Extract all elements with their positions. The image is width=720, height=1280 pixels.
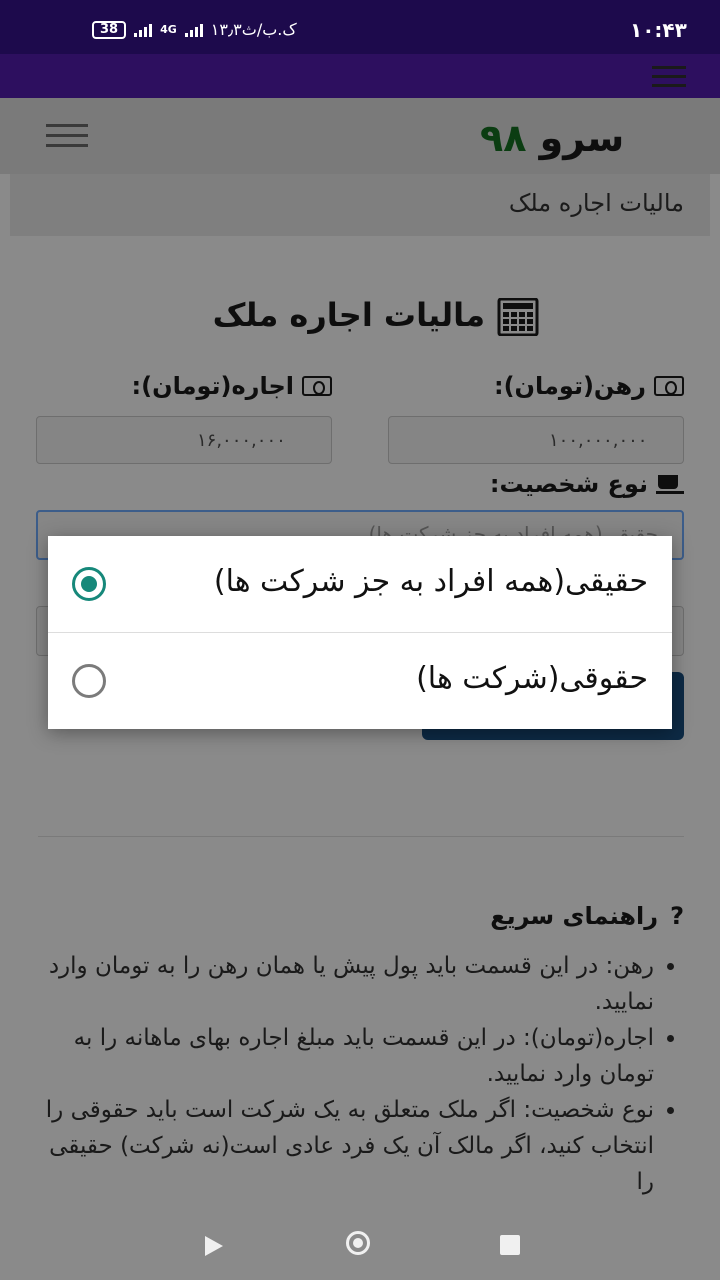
back-icon[interactable] — [205, 1236, 223, 1256]
guide-item: رهن: در این قسمت باید پول پیش یا همان ره… — [34, 948, 654, 1020]
question-icon: ? — [670, 902, 684, 930]
money-icon — [654, 376, 684, 396]
signal-icon-2 — [184, 23, 203, 37]
battery-icon: 38 — [92, 20, 127, 39]
radio-unchecked-icon[interactable] — [72, 664, 106, 698]
status-time: ۱۰:۴۳ — [630, 18, 687, 42]
person-type-dialog: حقیقی(همه افراد به جز شرکت ها) حقوقی(شرک… — [48, 536, 672, 729]
guide-item: نوع شخصیت: اگر ملک متعلق به یک شرکت است … — [34, 1092, 654, 1200]
calculator-icon — [497, 298, 539, 336]
status-bar: 38 4G ۱۳٫۳ک.ب/ث ۱۰:۴۳ — [0, 0, 720, 54]
logo-text: سرو — [539, 116, 625, 160]
logo-number: ۹۸ — [480, 116, 527, 160]
breadcrumb: مالیات اجاره ملک — [508, 189, 684, 217]
option-label: حقوقی(شرکت ها) — [416, 661, 648, 696]
guide-title: راهنمای سریع — [490, 902, 659, 930]
person-type-label: نوع شخصیت: — [490, 470, 684, 498]
option-label: حقیقی(همه افراد به جز شرکت ها) — [213, 564, 648, 599]
site-logo[interactable]: سرو ۹۸ — [480, 116, 624, 160]
rahn-label-text: رهن(تومان): — [493, 372, 646, 400]
rahn-input[interactable]: ۱۰۰,۰۰۰,۰۰۰ — [388, 416, 684, 464]
divider — [38, 836, 684, 837]
network-type: 4G — [160, 23, 177, 36]
ejare-input[interactable]: ۱۶,۰۰۰,۰۰۰ — [36, 416, 332, 464]
cup-icon — [656, 473, 684, 495]
rahn-label: رهن(تومان): — [494, 372, 684, 400]
page-title: مالیات اجاره ملک — [212, 296, 485, 334]
recent-apps-icon[interactable] — [500, 1235, 520, 1255]
status-indicators: 38 4G ۱۳٫۳ک.ب/ث — [92, 20, 297, 39]
radio-checked-icon[interactable] — [72, 567, 106, 601]
option-hoghooghi[interactable]: حقوقی(شرکت ها) — [48, 633, 672, 729]
app-bar — [0, 54, 720, 98]
network-speed: ۱۳٫۳ک.ب/ث — [210, 20, 297, 39]
option-haghighi[interactable]: حقیقی(همه افراد به جز شرکت ها) — [48, 536, 672, 632]
guide-item: اجاره(تومان): در این قسمت باید مبلغ اجار… — [34, 1020, 654, 1092]
ejare-label-text: اجاره(تومان): — [131, 372, 294, 400]
signal-icon — [134, 23, 153, 37]
person-type-label-text: نوع شخصیت: — [489, 470, 648, 498]
guide-heading: ? راهنمای سریع — [490, 902, 684, 930]
hamburger-menu-icon[interactable] — [46, 124, 88, 148]
money-icon — [302, 376, 332, 396]
ejare-label: اجاره(تومان): — [132, 372, 332, 400]
home-icon[interactable] — [346, 1231, 370, 1255]
guide-list: رهن: در این قسمت باید پول پیش یا همان ره… — [34, 948, 680, 1200]
app-menu-icon[interactable] — [652, 66, 686, 88]
